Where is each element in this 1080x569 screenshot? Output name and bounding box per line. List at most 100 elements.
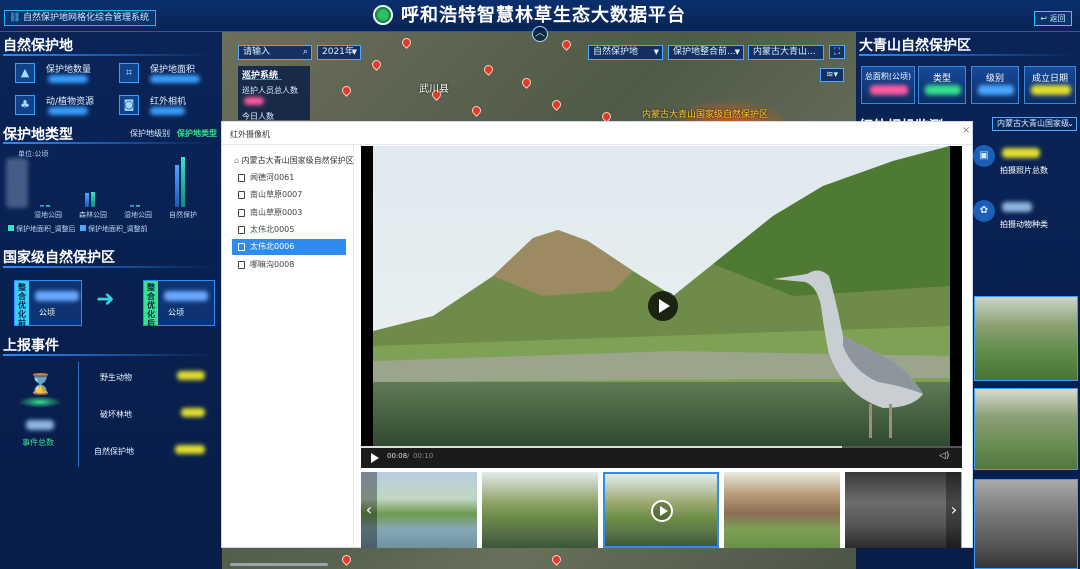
video-thumbnail[interactable]	[845, 472, 961, 548]
total-area-value	[870, 85, 908, 95]
legend-before-label: 保护地面积_调整前	[88, 225, 148, 233]
volume-icon[interactable]: ◁)	[939, 451, 953, 462]
thumbnail-prev-button[interactable]: ‹	[361, 472, 377, 548]
video-progress-bar[interactable]	[361, 446, 962, 448]
dialog-title: 红外摄像机	[230, 130, 270, 139]
event-divider	[78, 362, 79, 467]
event-forest-label: 破坏林地	[100, 410, 132, 419]
tree-item-camera[interactable]: 太伟北0005	[232, 222, 346, 238]
patrol-divider	[242, 79, 282, 80]
legend-swatch-after	[8, 225, 14, 231]
x-tick-label: 湿地公园	[124, 211, 152, 219]
link-icon: ⛓	[9, 13, 21, 23]
map-marker[interactable]	[370, 58, 383, 71]
y-axis-values	[6, 158, 28, 208]
close-button[interactable]: ×	[962, 125, 970, 136]
reserve-select[interactable]: 内蒙古大青山国家级 ⌄	[992, 117, 1077, 131]
filter-reserve-select[interactable]: 内蒙古大青山...	[748, 45, 824, 60]
event-total-value	[26, 420, 54, 430]
camera-label: 哪嘛沟0008	[250, 260, 295, 269]
layer-button[interactable]: ≋▾	[820, 68, 844, 82]
level-value	[978, 85, 1014, 95]
infrared-camera-dialog: 红外摄像机 × ⌂ 内蒙古大青山国家级自然保护区 闻德河0061 南山草原000…	[221, 121, 973, 566]
tree-scrollbar[interactable]	[230, 563, 328, 566]
camera-icon	[238, 243, 245, 251]
photo-count-value	[1002, 148, 1040, 158]
video-player[interactable]: 00:08 / 00:10 ◁)	[361, 146, 962, 468]
video-thumbnail[interactable]	[361, 472, 477, 548]
back-button[interactable]: ↩ 返回	[1034, 11, 1072, 26]
camera-icon	[238, 209, 245, 217]
tab-reserve-level[interactable]: 保护地级别	[130, 128, 170, 139]
system-tab[interactable]: ⛓ 自然保护地网格化综合管理系统	[4, 10, 157, 26]
tree-item-camera-selected[interactable]: 太伟北0006	[232, 239, 346, 255]
map-marker[interactable]	[550, 553, 563, 566]
map-marker[interactable]	[340, 553, 353, 566]
section-underline	[3, 142, 213, 144]
camera-label: 南山草原0007	[250, 190, 303, 199]
after-optimization-tab: 整合优化后	[144, 281, 158, 328]
map-marker[interactable]	[482, 63, 495, 76]
year-value: 2021年	[322, 47, 354, 57]
bar-after	[181, 157, 185, 207]
tree-root[interactable]: ⌂ 内蒙古大青山国家级自然保护区	[234, 155, 354, 166]
collapse-header-button[interactable]: ︿	[532, 26, 548, 42]
bar-before	[85, 193, 89, 207]
fullscreen-button[interactable]: ⛶	[829, 45, 845, 59]
tree-item-camera[interactable]: 闻德河0061	[232, 170, 346, 186]
tab-level[interactable]: 级别	[971, 66, 1019, 104]
plant-icon: ♣	[15, 95, 35, 115]
back-icon: ↩	[1040, 14, 1048, 23]
video-play-overlay-button[interactable]	[648, 291, 678, 321]
county-label: 武川县	[419, 84, 449, 95]
chevron-down-icon: ▼	[653, 48, 659, 56]
map-marker[interactable]	[520, 76, 533, 89]
layers-icon: ≋▾	[825, 70, 839, 80]
event-wildlife-label: 野生动物	[100, 373, 132, 382]
year-select[interactable]: 2021年 ▼	[317, 45, 361, 60]
x-tick-label: 森林公园	[79, 211, 107, 219]
chevron-left-icon: ‹	[365, 500, 373, 519]
area-icon: ⌗	[119, 63, 139, 83]
tab-total-area[interactable]: 总面积(公顷)	[861, 66, 915, 104]
camera-photo-thumb[interactable]	[974, 296, 1078, 381]
legend-after-label: 保护地面积_调整后	[16, 225, 76, 233]
map-marker[interactable]	[400, 36, 413, 49]
tree-item-camera[interactable]: 南山草原0007	[232, 187, 346, 203]
system-tab-label: 自然保护地网格化综合管理系统	[23, 13, 150, 23]
event-platform-glow	[18, 396, 62, 408]
thumbnail-next-button[interactable]: ›	[946, 472, 962, 548]
play-icon[interactable]	[371, 453, 379, 463]
filter-stage-value: 保护地整合前...	[673, 47, 736, 57]
map-marker[interactable]	[340, 84, 353, 97]
section-underline	[3, 266, 213, 268]
video-thumbnail[interactable]	[724, 472, 840, 548]
tree-item-camera[interactable]: 哪嘛沟0008	[232, 257, 346, 273]
camera-icon	[238, 226, 245, 234]
chevron-down-icon: ⌄	[1067, 119, 1074, 128]
stat-camera-label: 红外相机	[150, 97, 187, 107]
camera-photo-thumb[interactable]	[974, 479, 1078, 569]
legend-swatch-before	[80, 225, 86, 231]
camera-photo-thumb[interactable]	[974, 388, 1078, 470]
filter-stage-select[interactable]: 保护地整合前... ▼	[668, 45, 744, 60]
patrol-total-value	[244, 97, 264, 105]
map-marker[interactable]	[470, 104, 483, 117]
filter-type-select[interactable]: 自然保护地 ▼	[588, 45, 663, 60]
event-reserve-value	[175, 445, 205, 454]
reserve-type-chart: 湿地公园 森林公园 湿地公园 自然保护	[30, 157, 210, 219]
map-marker[interactable]	[550, 98, 563, 111]
video-thumbnail-selected[interactable]	[603, 472, 719, 548]
search-icon: ⌕	[302, 47, 308, 57]
zone-label: 内蒙古大青山国家级自然保护区	[642, 110, 769, 120]
tab-reserve-type[interactable]: 保护地类型	[177, 128, 217, 139]
video-thumbnail[interactable]	[482, 472, 598, 548]
search-input[interactable]: 请输入 ⌕	[238, 45, 312, 60]
tab-type[interactable]: 类型	[918, 66, 966, 104]
before-optimization-tab: 整合优化前	[15, 281, 29, 328]
bar-before	[130, 205, 134, 207]
tab-established[interactable]: 成立日期	[1024, 66, 1076, 104]
camera-label: 太伟北0006	[250, 242, 295, 251]
tree-item-camera[interactable]: 南山草原0003	[232, 205, 346, 221]
map-marker[interactable]	[560, 38, 573, 51]
